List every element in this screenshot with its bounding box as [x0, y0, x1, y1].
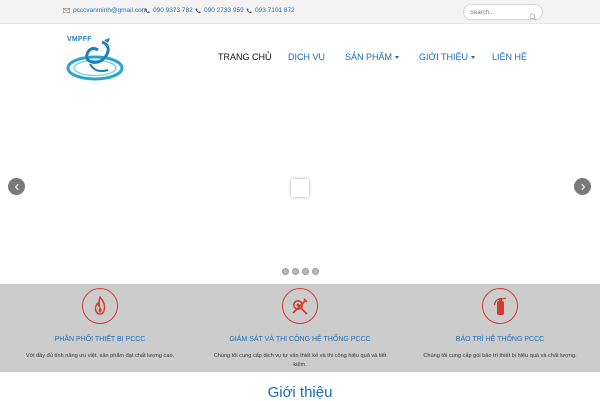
caret-down-icon — [395, 55, 400, 59]
phone-text-1: 090 9373 782 — [153, 7, 193, 14]
nav-home[interactable]: Trang chủ — [218, 52, 272, 62]
slider-dot[interactable] — [302, 268, 309, 275]
service-item: Phân phối thiết bị PCCC Với đầy đủ tính … — [0, 284, 200, 372]
slider-pagination — [282, 268, 319, 275]
service-title[interactable]: Phân phối thiết bị PCCC — [0, 336, 200, 343]
email-contact[interactable]: pcccvanminh@gmail.com — [63, 7, 147, 14]
service-title[interactable]: Bảo trì hệ thống PCCC — [400, 336, 600, 343]
tools-icon — [282, 288, 318, 324]
site-logo[interactable]: VMPFF — [64, 34, 126, 84]
slider-dot[interactable] — [312, 268, 319, 275]
nav-about[interactable]: Giới thiệu — [419, 52, 476, 62]
nav-contact-label: Liên hệ — [492, 52, 528, 62]
slider-next-button[interactable] — [574, 178, 591, 195]
service-title[interactable]: Giám sát và thi công hệ thống PCCC — [200, 336, 400, 343]
services-section: Phân phối thiết bị PCCC Với đầy đủ tính … — [0, 284, 600, 372]
nav-about-label: Giới thiệu — [419, 52, 469, 62]
top-bar: pcccvanminh@gmail.com 090 9373 782 090 2… — [0, 0, 600, 24]
fire-extinguisher-icon — [482, 288, 518, 324]
about-section-title: Giới thiệu — [267, 384, 333, 401]
phone-icon — [144, 8, 150, 14]
phone-icon — [195, 8, 201, 14]
nav-services[interactable]: Dịch vụ — [288, 52, 325, 62]
phone-icon — [246, 8, 252, 14]
email-text: pcccvanminh@gmail.com — [73, 7, 148, 14]
nav-contact[interactable]: Liên hệ — [492, 52, 527, 62]
logo-text: VMPFF — [67, 36, 92, 43]
nav-products-label: Sản phẩm — [345, 52, 393, 62]
fire-icon — [82, 288, 118, 324]
nav-products[interactable]: Sản phẩm — [345, 52, 400, 62]
search-icon[interactable] — [529, 8, 537, 26]
slider-dot[interactable] — [292, 268, 299, 275]
service-description: Chúng tôi cung cấp gói bảo trì thiết bị … — [423, 353, 577, 359]
nav-home-label: Trang chủ — [218, 52, 272, 62]
search-input[interactable] — [470, 7, 528, 18]
phone-contact-2[interactable]: 090 2733 959 — [195, 7, 244, 14]
caret-down-icon — [471, 55, 476, 59]
phone-contact-3[interactable]: 093 7101 872 — [246, 7, 295, 14]
service-description: Chúng tôi cung cấp dịch vụ tư vấn thiết … — [213, 353, 387, 368]
service-item: Bảo trì hệ thống PCCC Chúng tôi cung cấp… — [400, 284, 600, 372]
search-box — [463, 4, 543, 21]
slider-dot[interactable] — [282, 268, 289, 275]
nav-services-label: Dịch vụ — [288, 52, 326, 62]
email-icon — [63, 8, 70, 13]
service-item: Giám sát và thi công hệ thống PCCC Chúng… — [200, 284, 400, 372]
phone-text-2: 090 2733 959 — [204, 7, 244, 14]
chevron-left-icon — [14, 183, 19, 190]
hero-slider — [0, 92, 600, 284]
slider-prev-button[interactable] — [8, 178, 25, 195]
phone-contact-1[interactable]: 090 9373 782 — [144, 7, 193, 14]
phone-text-3: 093 7101 872 — [255, 7, 295, 14]
service-description: Với đầy đủ tính năng ưu việt, sản phẩm đ… — [25, 353, 175, 359]
slider-loading-indicator — [291, 179, 309, 197]
chevron-right-icon — [580, 183, 585, 190]
